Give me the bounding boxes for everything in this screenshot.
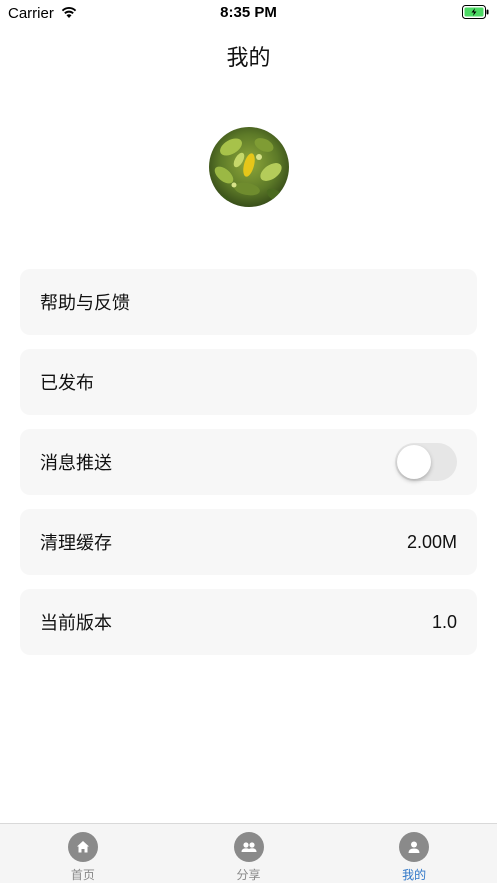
tab-mine[interactable]: 我的 [331, 824, 497, 883]
menu-item-help-feedback[interactable]: 帮助与反馈 [20, 269, 477, 335]
cache-size-value: 2.00M [406, 531, 457, 552]
battery-icon [462, 5, 489, 19]
push-notifications-toggle[interactable] [395, 443, 457, 481]
tab-bar: 首页 分享 我的 [0, 823, 497, 883]
home-icon [67, 832, 98, 862]
page-title: 我的 [226, 45, 271, 70]
avatar[interactable] [209, 127, 289, 207]
status-time: 8:35 PM [220, 4, 277, 21]
menu-item-label: 已发布 [40, 373, 94, 394]
menu-item-label: 帮助与反馈 [40, 293, 130, 314]
tab-label: 分享 [236, 868, 261, 882]
menu-item-clear-cache[interactable]: 清理缓存 2.00M [20, 509, 477, 575]
menu-item-push-notifications: 消息推送 [20, 429, 477, 495]
tab-share[interactable]: 分享 [166, 824, 332, 883]
avatar-image [209, 127, 289, 207]
settings-menu: 帮助与反馈 已发布 消息推送 清理缓存 2.00M 当前版本 1.0 [20, 269, 477, 669]
toggle-knob [397, 445, 431, 479]
menu-item-label: 清理缓存 [40, 533, 112, 554]
menu-item-published[interactable]: 已发布 [20, 349, 477, 415]
status-bar: Carrier 8:35 PM [0, 0, 497, 26]
share-group-icon [233, 832, 264, 862]
menu-item-current-version: 当前版本 1.0 [20, 589, 477, 655]
menu-item-label: 当前版本 [40, 613, 112, 634]
tab-home[interactable]: 首页 [0, 824, 166, 883]
tab-label: 首页 [70, 868, 95, 882]
user-icon [399, 832, 430, 862]
tab-label: 我的 [402, 868, 427, 882]
version-value: 1.0 [431, 611, 457, 632]
menu-item-label: 消息推送 [40, 453, 112, 474]
